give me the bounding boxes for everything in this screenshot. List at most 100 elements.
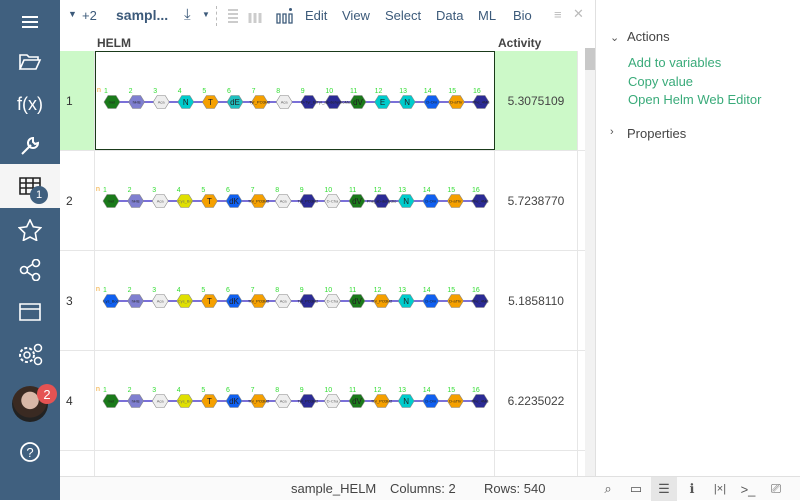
column-layout-icon[interactable] <box>247 8 263 24</box>
row-number[interactable]: 4 <box>60 351 95 450</box>
monomer: Thr_PO3H2 7 <box>248 187 270 208</box>
console-icon[interactable]: >_ <box>735 477 761 501</box>
copy-value-link[interactable]: Copy value <box>628 74 693 89</box>
monomer: Aca3 <box>151 287 169 308</box>
activity-cell[interactable] <box>495 451 578 476</box>
helm-cell[interactable]: n Lys_Boc 1 hHis 2 Aca 3 Cys_Bn 4 T 5 dK 6 Thr_PO3H2 7… <box>95 251 495 350</box>
sidebar-item-settings[interactable] <box>0 332 60 376</box>
sidebar-item-profile[interactable]: 2 <box>0 382 60 426</box>
monomer: T5 <box>201 287 218 308</box>
position-label: 9 <box>300 287 304 294</box>
monomer: Phe_4Me 16 <box>471 287 489 308</box>
svg-text:T: T <box>208 98 213 107</box>
properties-section-header[interactable]: Properties <box>627 126 686 141</box>
helm-cell[interactable] <box>95 451 495 476</box>
helm-cell[interactable]: n meI 1 hHis 2 Aca 3 Cys_Bn 4 T 5 dK 6 Thr_PO3H2 7 Aca 8… <box>95 151 495 250</box>
monomer: Thr_PO3H2 12 <box>371 287 393 308</box>
table-row[interactable]: 3 n Lys_Boc 1 hHis 2 Aca 3 Cys_Bn 4 T 5 dK 6 Thr_PO3H… <box>60 251 585 351</box>
table-row[interactable]: 4 n meI 1 hHis 2 Aca 3 Cys_Bn 4 T 5 dK 6 Thr_PO3H2 7 Ac… <box>60 351 585 451</box>
status-table-name[interactable]: sample_HELM <box>291 481 376 496</box>
monomer: T5 <box>202 88 219 109</box>
actions-section-header[interactable]: Actions <box>627 29 670 44</box>
svg-text:hHis: hHis <box>132 199 140 204</box>
helm-cell[interactable]: n meI 1 hHis 2 Aca 3 Cys_Bn 4 T 5 dK 6 Thr_PO3H2 7 Aca 8… <box>95 351 495 450</box>
open-helm-web-editor-link[interactable]: Open Helm Web Editor <box>628 92 761 107</box>
menu-select[interactable]: Select <box>385 8 421 23</box>
position-label: 1 <box>104 88 108 95</box>
row-number[interactable]: 2 <box>60 151 95 250</box>
menu-ml[interactable]: ML <box>478 8 496 23</box>
column-stats-icon[interactable] <box>275 7 293 24</box>
column-header-activity[interactable]: Activity <box>498 36 541 50</box>
sidebar-item-tables[interactable]: 1 <box>0 164 60 208</box>
position-label: 11 <box>349 387 356 394</box>
column-header-helm[interactable]: HELM <box>97 36 131 50</box>
table-row[interactable]: 1 n meI 1 hHis 2 Aca 3 N 4 T 5 dE 6 Tyr_PO3H2 7 Aca 8 D-T… <box>60 51 585 151</box>
svg-text:Aca: Aca <box>158 100 166 105</box>
status-bar: sample_HELM Columns: 2 Rows: 540 ⌕ ▭ ☰ ℹ… <box>60 476 800 501</box>
row-layout-icon[interactable] <box>223 8 239 24</box>
monomer: N 13 <box>398 88 416 109</box>
position-label: 8 <box>276 88 280 95</box>
menu-button[interactable] <box>0 0 60 44</box>
position-label: 13 <box>399 88 407 95</box>
svg-text:D-Cha: D-Cha <box>327 299 339 304</box>
activity-cell[interactable]: 6.2235022 <box>495 351 578 450</box>
star-icon <box>18 219 42 241</box>
settings-sliders-icon[interactable]: ☰ <box>651 477 677 501</box>
add-to-variables-link[interactable]: Add to variables <box>628 55 721 70</box>
row-number[interactable] <box>60 451 95 476</box>
table-title[interactable]: sampl... <box>116 7 168 23</box>
activity-cell[interactable]: 5.1858110 <box>495 251 578 350</box>
row-number[interactable]: 1 <box>60 51 95 150</box>
monomer: D-Cha 10 <box>324 287 341 308</box>
menu-bio[interactable]: Bio <box>513 8 532 23</box>
svg-text:meI: meI <box>109 100 116 105</box>
close-icon[interactable]: ✕ <box>573 6 584 22</box>
chevron-right-icon[interactable]: › <box>610 126 614 138</box>
info-icon[interactable]: ℹ <box>679 477 705 501</box>
variables-icon[interactable]: |×| <box>707 477 733 501</box>
table-row[interactable] <box>60 451 585 476</box>
vertical-scrollbar[interactable] <box>585 48 595 476</box>
svg-text:Thr_PO3H2: Thr_PO3H2 <box>248 199 270 204</box>
sidebar-item-help[interactable]: ? <box>0 430 60 474</box>
presentation-icon[interactable]: ⎚ <box>763 477 789 501</box>
tabs-dropdown-icon[interactable]: ▼ <box>68 9 77 19</box>
chevron-down-icon[interactable]: ⌄ <box>610 31 619 44</box>
sidebar-item-tools[interactable] <box>0 124 60 168</box>
menu-data[interactable]: Data <box>436 8 463 23</box>
search-icon[interactable]: ⌕ <box>595 477 621 501</box>
helm-cell[interactable]: n meI 1 hHis 2 Aca 3 N 4 T 5 dE 6 Tyr_PO3H2 7 Aca 8 D-Tyr… <box>95 51 495 150</box>
position-label: 16 <box>472 187 480 194</box>
menu-edit[interactable]: Edit <box>305 8 327 23</box>
svg-text:meI: meI <box>108 399 115 404</box>
monomer: dV 11 <box>348 387 366 408</box>
activity-cell[interactable]: 5.7238770 <box>495 151 578 250</box>
table-row[interactable]: 2 n meI 1 hHis 2 Aca 3 Cys_Bn 4 T 5 dK 6 Thr_PO3H2 7 Ac… <box>60 151 585 251</box>
sidebar-item-share[interactable] <box>0 248 60 292</box>
sidebar-item-favorites[interactable] <box>0 208 60 252</box>
download-icon[interactable]: ⤓ <box>184 6 191 23</box>
monomer: D-aThr 15 <box>447 387 464 408</box>
monomer: N 13 <box>397 387 415 408</box>
more-tabs-button[interactable]: +2 <box>82 8 97 23</box>
row-number[interactable]: 3 <box>60 251 95 350</box>
activity-cell[interactable]: 5.3075109 <box>495 51 578 150</box>
monomer: Lys_Boc 1 <box>102 287 120 308</box>
status-columns: Columns: 2 <box>390 481 456 496</box>
position-label: 9 <box>300 187 304 194</box>
sidebar-item-windows[interactable] <box>0 290 60 334</box>
download-dropdown-icon[interactable]: ▼ <box>202 10 210 19</box>
svg-text:Phe_4Me: Phe_4Me <box>472 100 490 105</box>
hamburger-menu-icon[interactable]: ≡ <box>554 7 562 22</box>
svg-text:Aca: Aca <box>157 299 165 304</box>
context-panel: ⌄ Actions Add to variables Copy value Op… <box>595 0 800 476</box>
svg-text:N: N <box>404 98 410 107</box>
window-icon <box>19 303 41 321</box>
sidebar-item-open[interactable] <box>0 40 60 84</box>
scrollbar-thumb[interactable] <box>585 48 595 70</box>
menu-view[interactable]: View <box>342 8 370 23</box>
sidebar-item-functions[interactable]: f(x) <box>0 82 60 126</box>
layout-icon[interactable]: ▭ <box>623 477 649 501</box>
